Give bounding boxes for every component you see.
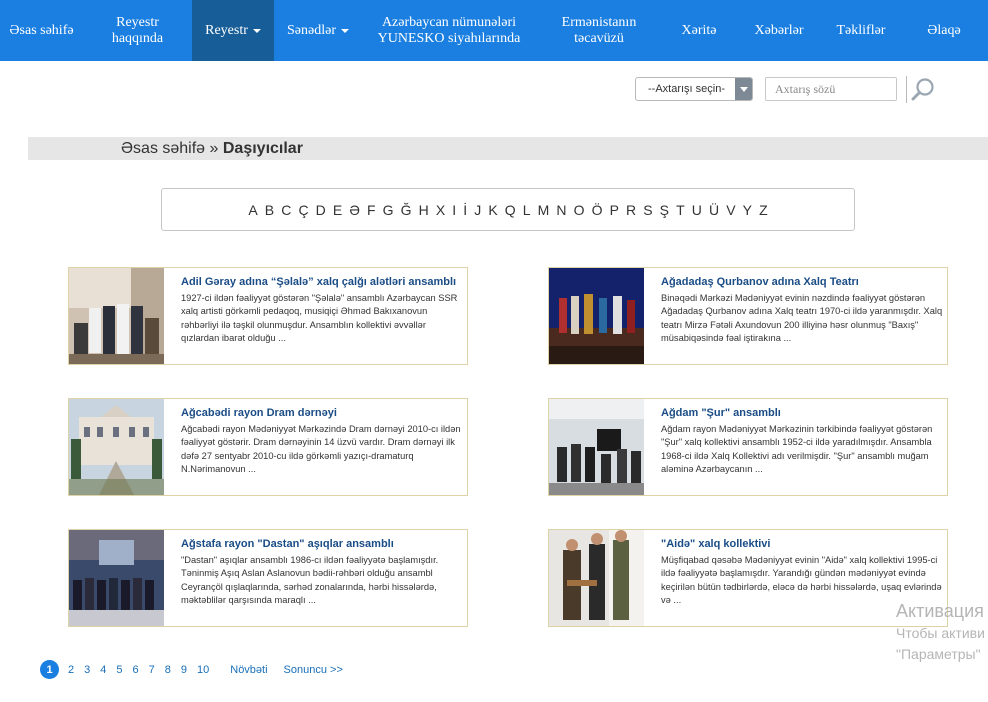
alphabet-letter[interactable]: R bbox=[626, 202, 636, 218]
alphabet-letter[interactable]: A bbox=[248, 202, 257, 218]
search-button[interactable] bbox=[909, 76, 937, 104]
alphabet-letter[interactable]: Ç bbox=[298, 202, 308, 218]
nav-item-documents[interactable]: Sənədlər bbox=[274, 0, 362, 61]
alphabet-letter[interactable]: B bbox=[265, 202, 274, 218]
pagination-last-link[interactable]: Sonuncu >> bbox=[284, 664, 343, 676]
nav-item-contact[interactable]: Əlaqə bbox=[900, 0, 988, 61]
carrier-card[interactable]: Ağcabədi rayon Dram dərnəyi Ağcabədi ray… bbox=[68, 398, 468, 496]
breadcrumb-home-link[interactable]: Əsas səhifə bbox=[121, 140, 205, 157]
carrier-title[interactable]: Ağadadaş Qurbanov adına Xalq Teatrı bbox=[661, 276, 946, 289]
carrier-thumbnail bbox=[549, 530, 644, 626]
pagination-page-link[interactable]: 6 bbox=[133, 664, 139, 676]
alphabet-letter[interactable]: F bbox=[367, 202, 376, 218]
alphabet-letter[interactable]: Ü bbox=[709, 202, 719, 218]
chevron-down-icon bbox=[252, 28, 261, 33]
nav-item-registry-about[interactable]: Reyestr haqqında bbox=[83, 0, 192, 61]
alphabet-letter[interactable]: İ bbox=[463, 202, 467, 218]
carrier-title[interactable]: Adil Gəray adına “Şəlalə” xalq çalğı alə… bbox=[181, 276, 466, 289]
chevron-down-icon bbox=[735, 78, 752, 100]
carrier-card[interactable]: Ağadadaş Qurbanov adına Xalq Teatrı Binə… bbox=[548, 267, 948, 365]
carrier-card[interactable]: Ağdam "Şur" ansamblı Ağdam rayon Mədəniy… bbox=[548, 398, 948, 496]
alphabet-letter[interactable]: G bbox=[383, 202, 394, 218]
pagination-current-page[interactable]: 1 bbox=[40, 660, 59, 679]
nav-item-map[interactable]: Xəritə bbox=[662, 0, 736, 61]
alphabet-filter: ABCÇDEƏFGĞHXIİJKQLMNOÖPRSŞTUÜVYZ bbox=[161, 188, 855, 231]
nav-item-proposals[interactable]: Təkliflər bbox=[822, 0, 900, 61]
carrier-card[interactable]: "Aidə" xalq kollektivi Müşfiqabad qəsəbə… bbox=[548, 529, 948, 627]
alphabet-letter[interactable]: T bbox=[676, 202, 685, 218]
alphabet-letter[interactable]: U bbox=[692, 202, 702, 218]
alphabet-letter[interactable]: P bbox=[610, 202, 619, 218]
alphabet-letter[interactable]: Ə bbox=[349, 202, 360, 218]
alphabet-letter[interactable]: Ş bbox=[660, 202, 669, 218]
search-divider bbox=[906, 76, 907, 103]
pagination-page-link[interactable]: 10 bbox=[197, 664, 209, 676]
breadcrumb: Əsas səhifə » Daşıyıcılar bbox=[28, 137, 988, 160]
nav-item-home[interactable]: Əsas səhifə bbox=[0, 0, 83, 61]
alphabet-letter[interactable]: S bbox=[643, 202, 652, 218]
carrier-description: "Dastan" aşıqlar ansamblı 1986-cı ildən … bbox=[181, 555, 439, 606]
nav-item-unesco-lists[interactable]: Azərbaycan nümunələri YUNESKO siyahıları… bbox=[362, 0, 536, 61]
pagination-page-link[interactable]: 7 bbox=[149, 664, 155, 676]
carrier-thumbnail bbox=[549, 399, 644, 495]
carrier-card[interactable]: Ağstafa rayon "Dastan" aşıqlar ansamblı … bbox=[68, 529, 468, 627]
carrier-title[interactable]: Ağstafa rayon "Dastan" aşıqlar ansamblı bbox=[181, 538, 466, 551]
alphabet-letter[interactable]: C bbox=[281, 202, 291, 218]
carrier-description: Ağdam rayon Mədəniyyət Mərkəzinin tərkib… bbox=[661, 424, 933, 475]
carrier-title[interactable]: Ağdam "Şur" ansamblı bbox=[661, 407, 946, 420]
alphabet-letter[interactable]: Q bbox=[505, 202, 516, 218]
pagination: 1 2 3 4 5 6 7 8 9 10 Növbəti Sonuncu >> bbox=[40, 660, 353, 679]
pagination-page-link[interactable]: 9 bbox=[181, 664, 187, 676]
alphabet-letter[interactable]: N bbox=[556, 202, 566, 218]
pagination-page-link[interactable]: 4 bbox=[100, 664, 106, 676]
nav-item-armenian-aggression[interactable]: Ermənistanın təcavüzü bbox=[536, 0, 662, 61]
pagination-next-link[interactable]: Növbəti bbox=[230, 664, 267, 676]
alphabet-letter[interactable]: L bbox=[523, 202, 531, 218]
alphabet-letter[interactable]: O bbox=[574, 202, 585, 218]
alphabet-letter[interactable]: M bbox=[538, 202, 550, 218]
alphabet-letter[interactable]: J bbox=[474, 202, 481, 218]
alphabet-letter[interactable]: V bbox=[726, 202, 735, 218]
carrier-title[interactable]: "Aidə" xalq kollektivi bbox=[661, 538, 946, 551]
search-icon bbox=[911, 78, 934, 101]
alphabet-letter[interactable]: Ö bbox=[592, 202, 603, 218]
nav-item-registry[interactable]: Reyestr bbox=[192, 0, 274, 61]
carrier-thumbnail bbox=[69, 530, 164, 626]
nav-item-news[interactable]: Xəbərlər bbox=[736, 0, 822, 61]
pagination-page-link[interactable]: 5 bbox=[116, 664, 122, 676]
pagination-page-link[interactable]: 8 bbox=[165, 664, 171, 676]
alphabet-letter[interactable]: Z bbox=[759, 202, 768, 218]
alphabet-letter[interactable]: Ğ bbox=[401, 202, 412, 218]
search-type-select[interactable]: --Axtarışı seçin- bbox=[635, 77, 753, 101]
pagination-page-link[interactable]: 3 bbox=[84, 664, 90, 676]
carrier-title[interactable]: Ağcabədi rayon Dram dərnəyi bbox=[181, 407, 466, 420]
alphabet-letter[interactable]: Y bbox=[743, 202, 752, 218]
os-activation-watermark: Активация Чтобы активи "Параметры" bbox=[896, 601, 985, 662]
pagination-page-link[interactable]: 2 bbox=[68, 664, 74, 676]
alphabet-letter[interactable]: X bbox=[436, 202, 445, 218]
alphabet-letter[interactable]: I bbox=[452, 202, 456, 218]
alphabet-letter[interactable]: D bbox=[316, 202, 326, 218]
alphabet-letter[interactable]: E bbox=[333, 202, 342, 218]
breadcrumb-current: Daşıyıcılar bbox=[222, 140, 303, 157]
carrier-card[interactable]: Adil Gəray adına “Şəlalə” xalq çalğı alə… bbox=[68, 267, 468, 365]
carrier-description: 1927-ci ildən fəaliyyət göstərən "Şəlalə… bbox=[181, 293, 458, 344]
alphabet-letter[interactable]: K bbox=[488, 202, 497, 218]
carrier-thumbnail bbox=[69, 268, 164, 364]
main-nav: Əsas səhifə Reyestr haqqında Reyestr Sən… bbox=[0, 0, 988, 61]
carrier-description: Ağcabədi rayon Mədəniyyət Mərkəzində Dra… bbox=[181, 424, 461, 475]
carrier-description: Binəqədi Mərkəzi Mədəniyyət evinin nəzdi… bbox=[661, 293, 943, 344]
carrier-thumbnail bbox=[69, 399, 164, 495]
chevron-down-icon bbox=[340, 28, 349, 33]
carrier-thumbnail bbox=[549, 268, 644, 364]
search-input[interactable] bbox=[765, 77, 897, 101]
alphabet-letter[interactable]: H bbox=[419, 202, 429, 218]
breadcrumb-separator: » bbox=[205, 140, 223, 157]
